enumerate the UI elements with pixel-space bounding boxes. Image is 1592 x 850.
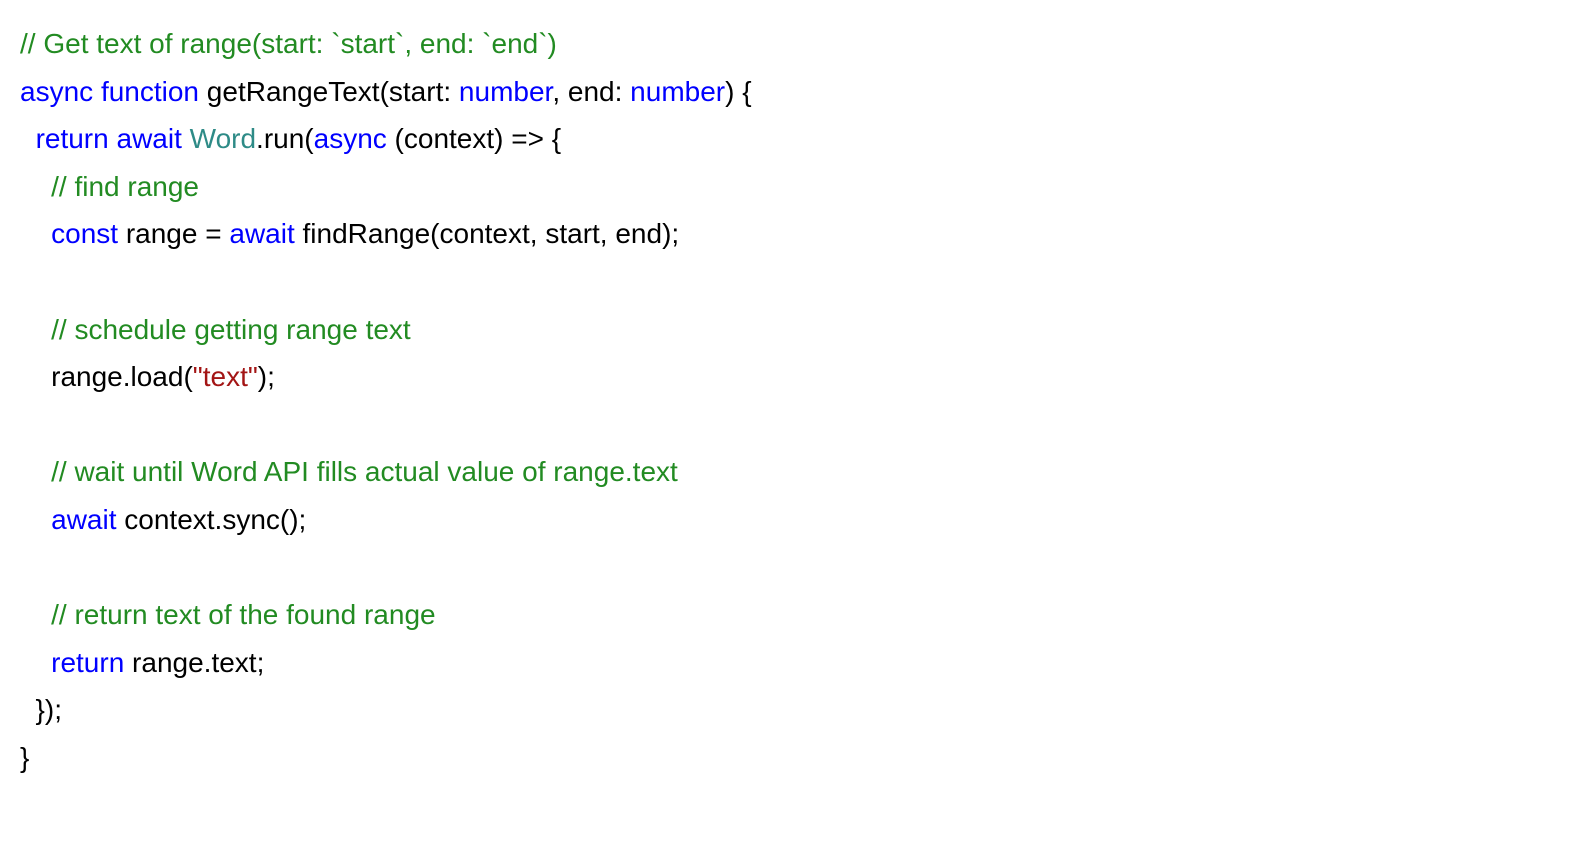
code-token: Word (190, 123, 256, 154)
code-token: , end: (552, 76, 630, 107)
code-token: context.sync(); (117, 504, 307, 535)
code-token: ); (258, 361, 275, 392)
code-token: }); (20, 694, 62, 725)
code-token (20, 123, 36, 154)
code-token: await (51, 504, 116, 535)
code-token: // wait until Word API fills actual valu… (51, 456, 678, 487)
code-token: // Get text of range(start: `start`, end… (20, 28, 557, 59)
code-token: } (20, 742, 29, 773)
code-token (20, 218, 51, 249)
code-token: range.text; (124, 647, 264, 678)
code-token: await (229, 218, 294, 249)
code-token (182, 123, 190, 154)
code-token: getRangeText(start: (199, 76, 459, 107)
code-token: (context) => { (387, 123, 561, 154)
code-token: async (20, 76, 93, 107)
code-token: const (51, 218, 118, 249)
code-token: range = (118, 218, 229, 249)
code-token (109, 123, 117, 154)
code-token: function (101, 76, 199, 107)
code-token: .run( (256, 123, 314, 154)
code-token: ) { (725, 76, 751, 107)
code-token: findRange(context, start, end); (295, 218, 679, 249)
code-token: // schedule getting range text (51, 314, 411, 345)
code-token: number (459, 76, 552, 107)
code-token (93, 76, 101, 107)
code-token: await (117, 123, 182, 154)
code-token: "text" (193, 361, 258, 392)
code-token (20, 314, 51, 345)
code-token: range.load( (20, 361, 193, 392)
code-token (20, 647, 51, 678)
code-token: async (314, 123, 387, 154)
code-block: // Get text of range(start: `start`, end… (20, 20, 1572, 782)
code-token: number (630, 76, 725, 107)
code-token: // find range (51, 171, 199, 202)
code-token: return (51, 647, 124, 678)
code-token (20, 504, 51, 535)
code-token (20, 456, 51, 487)
code-token (20, 171, 51, 202)
code-token (20, 599, 51, 630)
code-token: // return text of the found range (51, 599, 435, 630)
code-token: return (36, 123, 109, 154)
